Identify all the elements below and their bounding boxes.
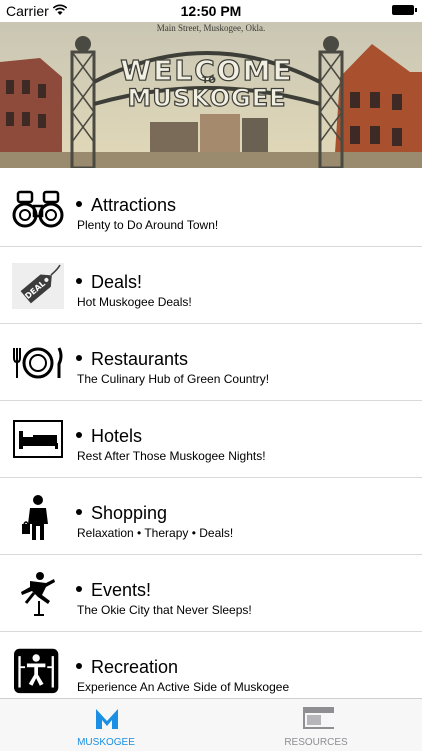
- playground-icon: [14, 648, 59, 694]
- bed-icon: [13, 420, 63, 458]
- menu-item-title: Attractions: [76, 195, 176, 216]
- clock: 12:50 PM: [180, 3, 242, 19]
- menu-item-subtitle: Hot Muskogee Deals!: [77, 295, 192, 309]
- menu-item-shopping[interactable]: Shopping Relaxation • Therapy • Deals!: [0, 478, 422, 555]
- shopper-icon: [22, 495, 48, 540]
- battery-icon: [392, 5, 417, 15]
- banner-sign-muskogee: MUSKOGEE: [127, 84, 286, 112]
- menu-item-subtitle: The Culinary Hub of Green Country!: [77, 372, 270, 386]
- menu-item-deals[interactable]: DEAL Deals! Hot Muskogee Deals!: [0, 247, 422, 324]
- status-bar: Carrier 12:50 PM: [0, 0, 422, 22]
- menu-item-attractions[interactable]: Attractions Plenty to Do Around Town!: [0, 170, 422, 247]
- menu-item-subtitle: Plenty to Do Around Town!: [77, 218, 219, 232]
- m-logo-icon: [96, 709, 118, 729]
- menu-item-title: Events!: [76, 580, 151, 601]
- tab-resources[interactable]: RESOURCES: [256, 699, 376, 751]
- binoculars-icon: [12, 190, 64, 228]
- menu-item-title: Restaurants: [76, 349, 188, 370]
- tab-bar: MUSKOGEE RESOURCES: [0, 698, 422, 751]
- place-setting-icon: [13, 347, 63, 379]
- tab-muskogee[interactable]: MUSKOGEE: [46, 699, 166, 751]
- welcome-banner-image: Main Street, Muskogee, Okla. WELCOME TO …: [0, 22, 422, 168]
- jumping-person-icon: [21, 572, 55, 616]
- menu-item-subtitle: Rest After Those Muskogee Nights!: [77, 449, 266, 463]
- menu-item-title: Shopping: [76, 503, 167, 524]
- menu-item-hotels[interactable]: Hotels Rest After Those Muskogee Nights!: [0, 401, 422, 478]
- menu-item-events[interactable]: Events! The Okie City that Never Sleeps!: [0, 555, 422, 632]
- tab-label: RESOURCES: [284, 737, 348, 748]
- menu-item-restaurants[interactable]: Restaurants The Culinary Hub of Green Co…: [0, 324, 422, 401]
- menu-item-title: Deals!: [76, 272, 142, 293]
- menu-item-title: Hotels: [76, 426, 142, 447]
- deal-tag-icon: DEAL: [12, 263, 64, 309]
- banner-caption: Main Street, Muskogee, Okla.: [157, 23, 265, 33]
- tab-label: MUSKOGEE: [77, 737, 135, 748]
- menu-item-subtitle: Relaxation • Therapy • Deals!: [77, 526, 234, 540]
- menu-item-subtitle: Experience An Active Side of Muskogee: [77, 680, 290, 694]
- menu-item-subtitle: The Okie City that Never Sleeps!: [77, 603, 252, 617]
- menu-list: Attractions Plenty to Do Around Town! DE…: [0, 170, 422, 709]
- menu-item-title: Recreation: [76, 657, 178, 678]
- resources-icon: [303, 707, 334, 729]
